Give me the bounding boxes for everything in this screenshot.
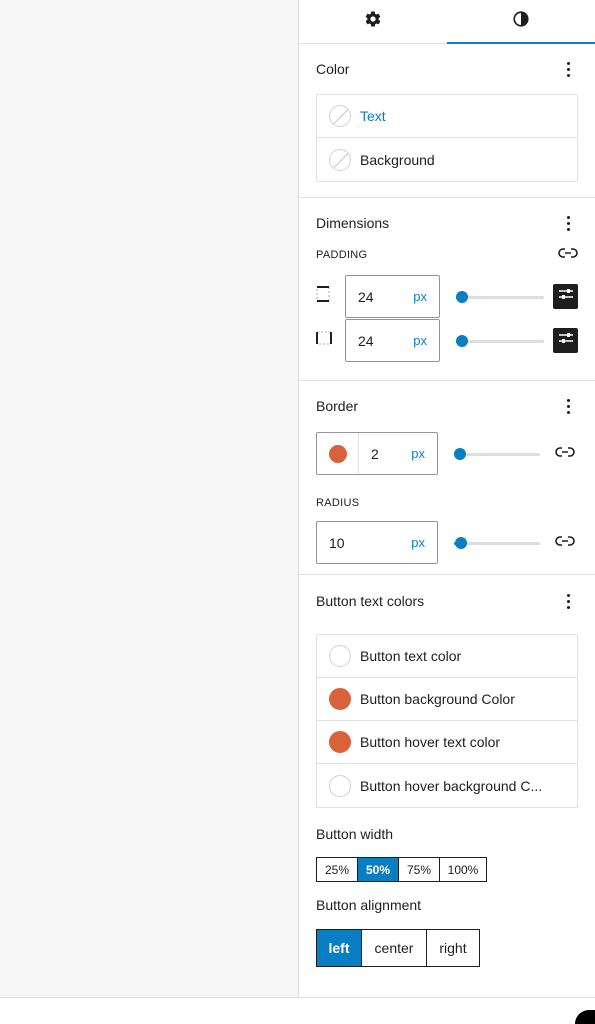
border-width-slider[interactable] (454, 444, 540, 464)
input-value: 2 (371, 445, 379, 462)
width-option-50[interactable]: 50% (357, 857, 399, 882)
unit-select[interactable]: px (411, 446, 437, 461)
link-icon[interactable] (555, 534, 575, 552)
gear-icon (364, 10, 382, 33)
section-title: Button text colors (316, 593, 425, 609)
button-alignment-title: Button alignment (316, 897, 422, 913)
link-icon[interactable] (555, 445, 575, 463)
color-item-label: Button hover text color (360, 734, 501, 750)
color-swatch (329, 731, 351, 753)
contrast-icon (512, 10, 530, 33)
button-settings-section: Button text colors Button text color But… (299, 575, 595, 967)
sliders-icon (558, 331, 574, 350)
border-width-row: 2 px (316, 432, 578, 475)
unit-select[interactable]: px (413, 333, 439, 348)
border-width-input[interactable]: 2 px (316, 432, 438, 475)
button-color-item[interactable]: Button background Color (317, 678, 577, 721)
radius-input[interactable]: 10 px (316, 521, 438, 564)
border-color-swatch (328, 444, 347, 463)
color-section: Color Text Background (299, 44, 595, 198)
color-item-label: Button hover background C... (360, 777, 543, 794)
padding-vertical-row: 24 px (316, 275, 578, 318)
settings-sidebar: Color Text Background Dimensions Padding (298, 0, 595, 997)
more-options-icon[interactable] (558, 211, 578, 235)
no-color-swatch-icon (329, 105, 351, 127)
padding-horizontal-slider[interactable] (456, 331, 544, 351)
border-section: Border 2 px Radius 10 px (299, 381, 595, 575)
radius-slider[interactable] (454, 533, 540, 553)
color-item-label: Button text color (360, 648, 462, 664)
color-item-label: Background (360, 151, 435, 168)
color-swatch (329, 645, 351, 667)
section-title: Border (316, 398, 359, 414)
padding-horizontal-icon (316, 331, 345, 350)
button-color-item[interactable]: Button hover text color (317, 721, 577, 764)
link-icon[interactable] (558, 246, 578, 264)
button-color-item[interactable]: Button text color (317, 635, 577, 678)
padding-vertical-input[interactable]: 24 px (345, 275, 440, 318)
section-title: Color (316, 61, 350, 77)
width-option-25[interactable]: 25% (316, 857, 358, 882)
padding-vertical-icon (316, 286, 345, 307)
padding-horizontal-row: 24 px (316, 319, 578, 362)
padding-label-row: Padding (316, 248, 578, 262)
button-width-group: 25% 50% 75% 100% (316, 857, 578, 882)
tab-styles[interactable] (447, 0, 595, 44)
bottom-bar (0, 997, 595, 1024)
input-value: 24 (358, 332, 374, 349)
section-title: Dimensions (316, 215, 390, 231)
dimensions-section: Dimensions Padding 24 px (299, 198, 595, 381)
more-options-icon[interactable] (558, 394, 578, 418)
custom-size-button[interactable] (553, 328, 578, 353)
align-option-left[interactable]: left (316, 929, 362, 967)
dimensions-section-header: Dimensions (316, 198, 578, 248)
button-color-list: Button text color Button background Colo… (316, 634, 578, 808)
padding-horizontal-input[interactable]: 24 px (345, 319, 440, 362)
width-option-75[interactable]: 75% (398, 857, 440, 882)
radius-row: 10 px (316, 521, 578, 564)
no-color-swatch-icon (329, 148, 351, 171)
color-swatch (329, 774, 351, 797)
more-options-icon[interactable] (558, 57, 578, 81)
color-list: Text Background (316, 94, 578, 182)
padding-label: Padding (316, 249, 368, 261)
button-color-item[interactable]: Button hover background C... (317, 764, 577, 807)
sliders-icon (558, 287, 574, 306)
color-item-label: Text (360, 108, 386, 124)
color-item-background[interactable]: Background (317, 138, 577, 181)
unit-select[interactable]: px (411, 535, 437, 550)
radius-label-row: Radius (316, 493, 578, 511)
button-colors-header: Button text colors (316, 575, 578, 627)
custom-size-button[interactable] (553, 284, 578, 309)
padding-vertical-slider[interactable] (456, 287, 544, 307)
input-value: 24 (358, 288, 374, 305)
button-width-title: Button width (316, 826, 394, 842)
align-option-right[interactable]: right (426, 929, 480, 967)
sidebar-tabs (299, 0, 595, 44)
unit-select[interactable]: px (413, 289, 439, 304)
width-option-100[interactable]: 100% (439, 857, 487, 882)
radius-label: Radius (316, 497, 360, 509)
tab-settings[interactable] (299, 0, 447, 43)
border-section-header: Border (316, 381, 578, 431)
color-swatch (329, 688, 351, 710)
editor-canvas (0, 0, 298, 997)
color-item-label: Button background Color (360, 691, 515, 707)
color-section-header: Color (316, 44, 578, 94)
input-value: 10 (329, 534, 345, 551)
button-alignment-group: left center right (316, 929, 578, 967)
more-options-icon[interactable] (558, 589, 578, 613)
color-item-text[interactable]: Text (317, 95, 577, 138)
border-color-button[interactable] (317, 433, 359, 474)
align-option-center[interactable]: center (361, 929, 427, 967)
